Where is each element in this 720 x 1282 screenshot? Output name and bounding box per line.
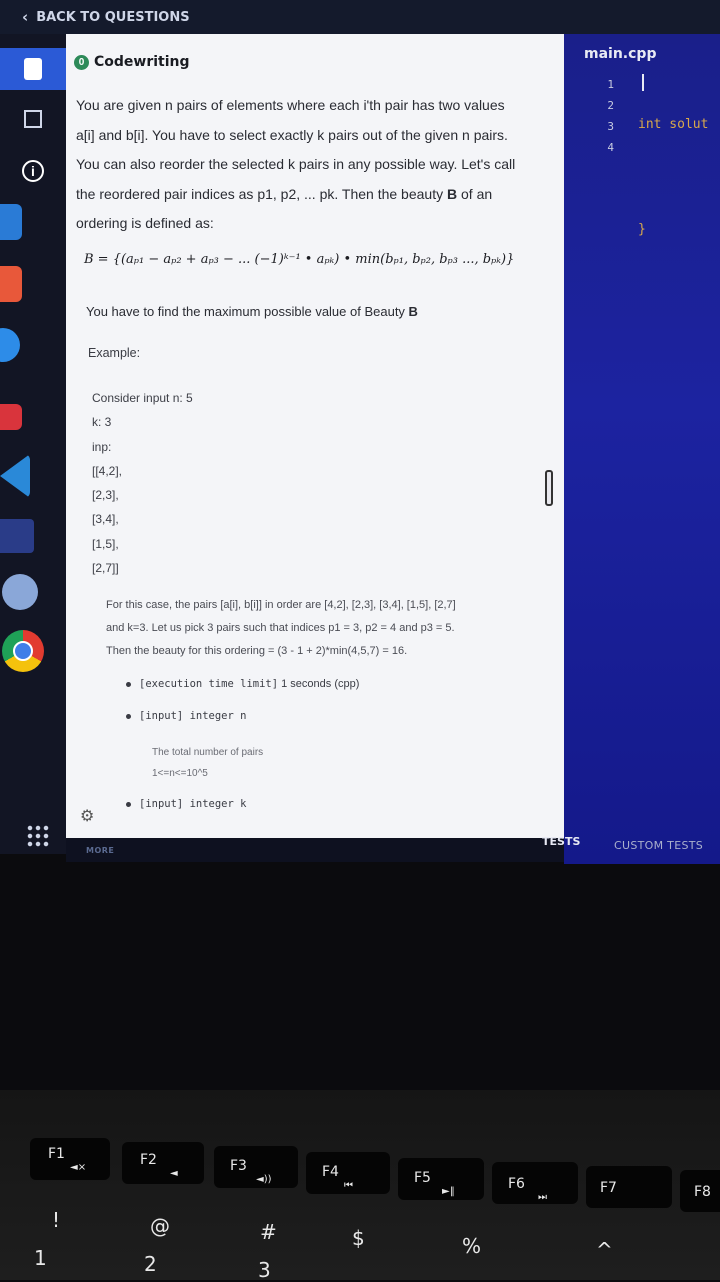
taskbar-app-icon[interactable]	[0, 266, 22, 302]
task-header: 0 Codewriting	[74, 54, 190, 70]
taskbar-app-icon[interactable]	[0, 404, 22, 430]
key-symbol: @	[150, 1214, 170, 1238]
example-line: [[4,2],	[92, 463, 123, 478]
document-icon	[24, 58, 42, 80]
code-editor[interactable]: main.cpp 1 2 3 4 int solut }	[564, 34, 720, 864]
explanation-line: Then the beauty for this ordering = (3 -…	[106, 645, 408, 657]
code-line[interactable]: int solut	[638, 114, 708, 135]
volume-up-icon: ◄))	[256, 1174, 272, 1185]
key-label: F1	[48, 1146, 65, 1162]
beauty-formula: B = {(aₚ₁ − aₚ₂ + aₚ₃ − ... (−1)ᵏ⁻¹ • aₚ…	[84, 252, 515, 267]
volume-down-icon: ◄	[170, 1168, 178, 1179]
key-f5	[398, 1158, 484, 1200]
example-line: Consider input n: 5	[92, 391, 193, 405]
more-label[interactable]: MORE	[86, 846, 114, 855]
mute-icon: ◄×	[70, 1162, 87, 1173]
app-grid-icon[interactable]	[26, 824, 50, 848]
key-symbol: ^	[596, 1238, 613, 1262]
code-line[interactable]: }	[638, 219, 708, 240]
key-label: F8	[694, 1184, 711, 1200]
vscode-icon[interactable]	[0, 454, 30, 498]
task-type-label: Codewriting	[94, 54, 190, 70]
key-symbol: %	[462, 1234, 482, 1258]
previous-track-icon: ⏮	[344, 1180, 353, 1191]
key-f2	[122, 1142, 204, 1184]
description-line: the reordered pair indices as p1, p2, ..…	[76, 185, 493, 202]
input-n-description: The total number of pairs	[152, 747, 264, 758]
key-symbol: $	[352, 1226, 365, 1250]
key-symbol: 1	[34, 1246, 47, 1270]
panel-resize-handle[interactable]	[545, 470, 553, 506]
description-line: ordering is defined as:	[76, 215, 214, 231]
terminal-icon[interactable]	[0, 519, 34, 553]
key-symbol: 3	[258, 1258, 271, 1282]
list-tab-button[interactable]	[0, 104, 66, 134]
bullet-dot-icon	[126, 801, 131, 807]
example-line: [2,7]]	[92, 561, 119, 576]
key-label: F7	[600, 1180, 617, 1196]
io-spec-item: [execution time limit] 1 seconds (cpp)	[126, 678, 359, 690]
left-taskbar: i	[0, 34, 66, 854]
globe-icon[interactable]	[2, 574, 38, 610]
next-track-icon: ⏭	[538, 1192, 547, 1203]
chrome-icon[interactable]	[2, 630, 44, 672]
line-number: 4	[607, 141, 614, 154]
gear-icon[interactable]: ⚙	[80, 806, 94, 826]
explanation-line: For this case, the pairs [a[i], b[i]] in…	[106, 599, 456, 611]
key-f6	[492, 1162, 578, 1204]
more-bar[interactable]: MORE	[66, 838, 564, 862]
task-description-panel: 0 Codewriting You are given n pairs of e…	[66, 34, 564, 850]
key-label: F3	[230, 1158, 247, 1174]
description-tab-button[interactable]	[0, 48, 66, 90]
key-f7	[586, 1166, 672, 1208]
input-n-constraint: 1<=n<=10^5	[152, 768, 208, 779]
example-line: k: 3	[92, 415, 112, 430]
bullet-dot-icon	[126, 713, 131, 719]
example-line: [1,5],	[92, 536, 119, 551]
text-cursor	[642, 74, 644, 91]
line-number: 1	[607, 78, 614, 91]
task-description: You are given n pairs of elements where …	[76, 91, 546, 239]
taskbar-app-icon[interactable]	[0, 328, 20, 362]
key-symbol: 2	[144, 1252, 157, 1276]
example-explanation: For this case, the pairs [a[i], b[i]] in…	[106, 594, 556, 663]
taskbar-app-icon[interactable]	[0, 204, 22, 240]
info-tab-button[interactable]: i	[0, 154, 66, 188]
io-spec-item: [input] integer n	[126, 710, 246, 722]
line-number-gutter: 1 2 3 4	[602, 74, 614, 158]
task-type-badge: 0	[74, 54, 89, 70]
back-to-questions-label[interactable]: BACK TO QUESTIONS	[36, 10, 189, 25]
back-to-questions-bar[interactable]: ‹ BACK TO QUESTIONS	[0, 0, 720, 34]
example-label: Example:	[88, 346, 141, 360]
tab-custom-tests[interactable]: CUSTOM TESTS	[614, 839, 703, 852]
chevron-left-icon: ‹	[22, 8, 29, 26]
laptop-keyboard: F1 ◄× F2 ◄ F3 ◄)) F4 ⏮ F5 ►‖ F6 ⏭ F7 F8 …	[0, 1090, 720, 1282]
key-label: F2	[140, 1152, 157, 1168]
file-tab[interactable]: main.cpp	[584, 46, 656, 62]
key-label: F4	[322, 1164, 339, 1180]
key-label: F6	[508, 1176, 525, 1192]
example-line: inp:	[92, 439, 112, 454]
example-line: [3,4],	[92, 512, 119, 527]
description-line: You can also reorder the selected k pair…	[76, 156, 516, 172]
line-number: 2	[607, 99, 614, 112]
info-icon: i	[22, 160, 44, 182]
io-spec-item: [input] integer k	[126, 798, 246, 810]
example-line: [2,3],	[92, 488, 119, 503]
bullet-dot-icon	[126, 681, 131, 687]
key-symbol: #	[260, 1220, 277, 1244]
description-line: a[i] and b[i]. You have to select exactl…	[76, 126, 508, 143]
key-f1	[30, 1138, 110, 1180]
line-number: 3	[607, 120, 614, 133]
find-statement: You have to find the maximum possible va…	[86, 304, 418, 319]
play-pause-icon: ►‖	[442, 1186, 455, 1197]
description-line: You are given n pairs of elements where …	[76, 97, 505, 113]
list-icon	[24, 110, 42, 128]
code-text[interactable]: int solut }	[638, 72, 708, 324]
tab-tests[interactable]: TESTS	[542, 835, 580, 848]
key-label: F5	[414, 1170, 431, 1186]
example-input: Consider input n: 5 k: 3 inp: [[4,2], [2…	[92, 386, 193, 580]
explanation-line: and k=3. Let us pick 3 pairs such that i…	[106, 622, 455, 634]
key-symbol: !	[52, 1208, 61, 1232]
